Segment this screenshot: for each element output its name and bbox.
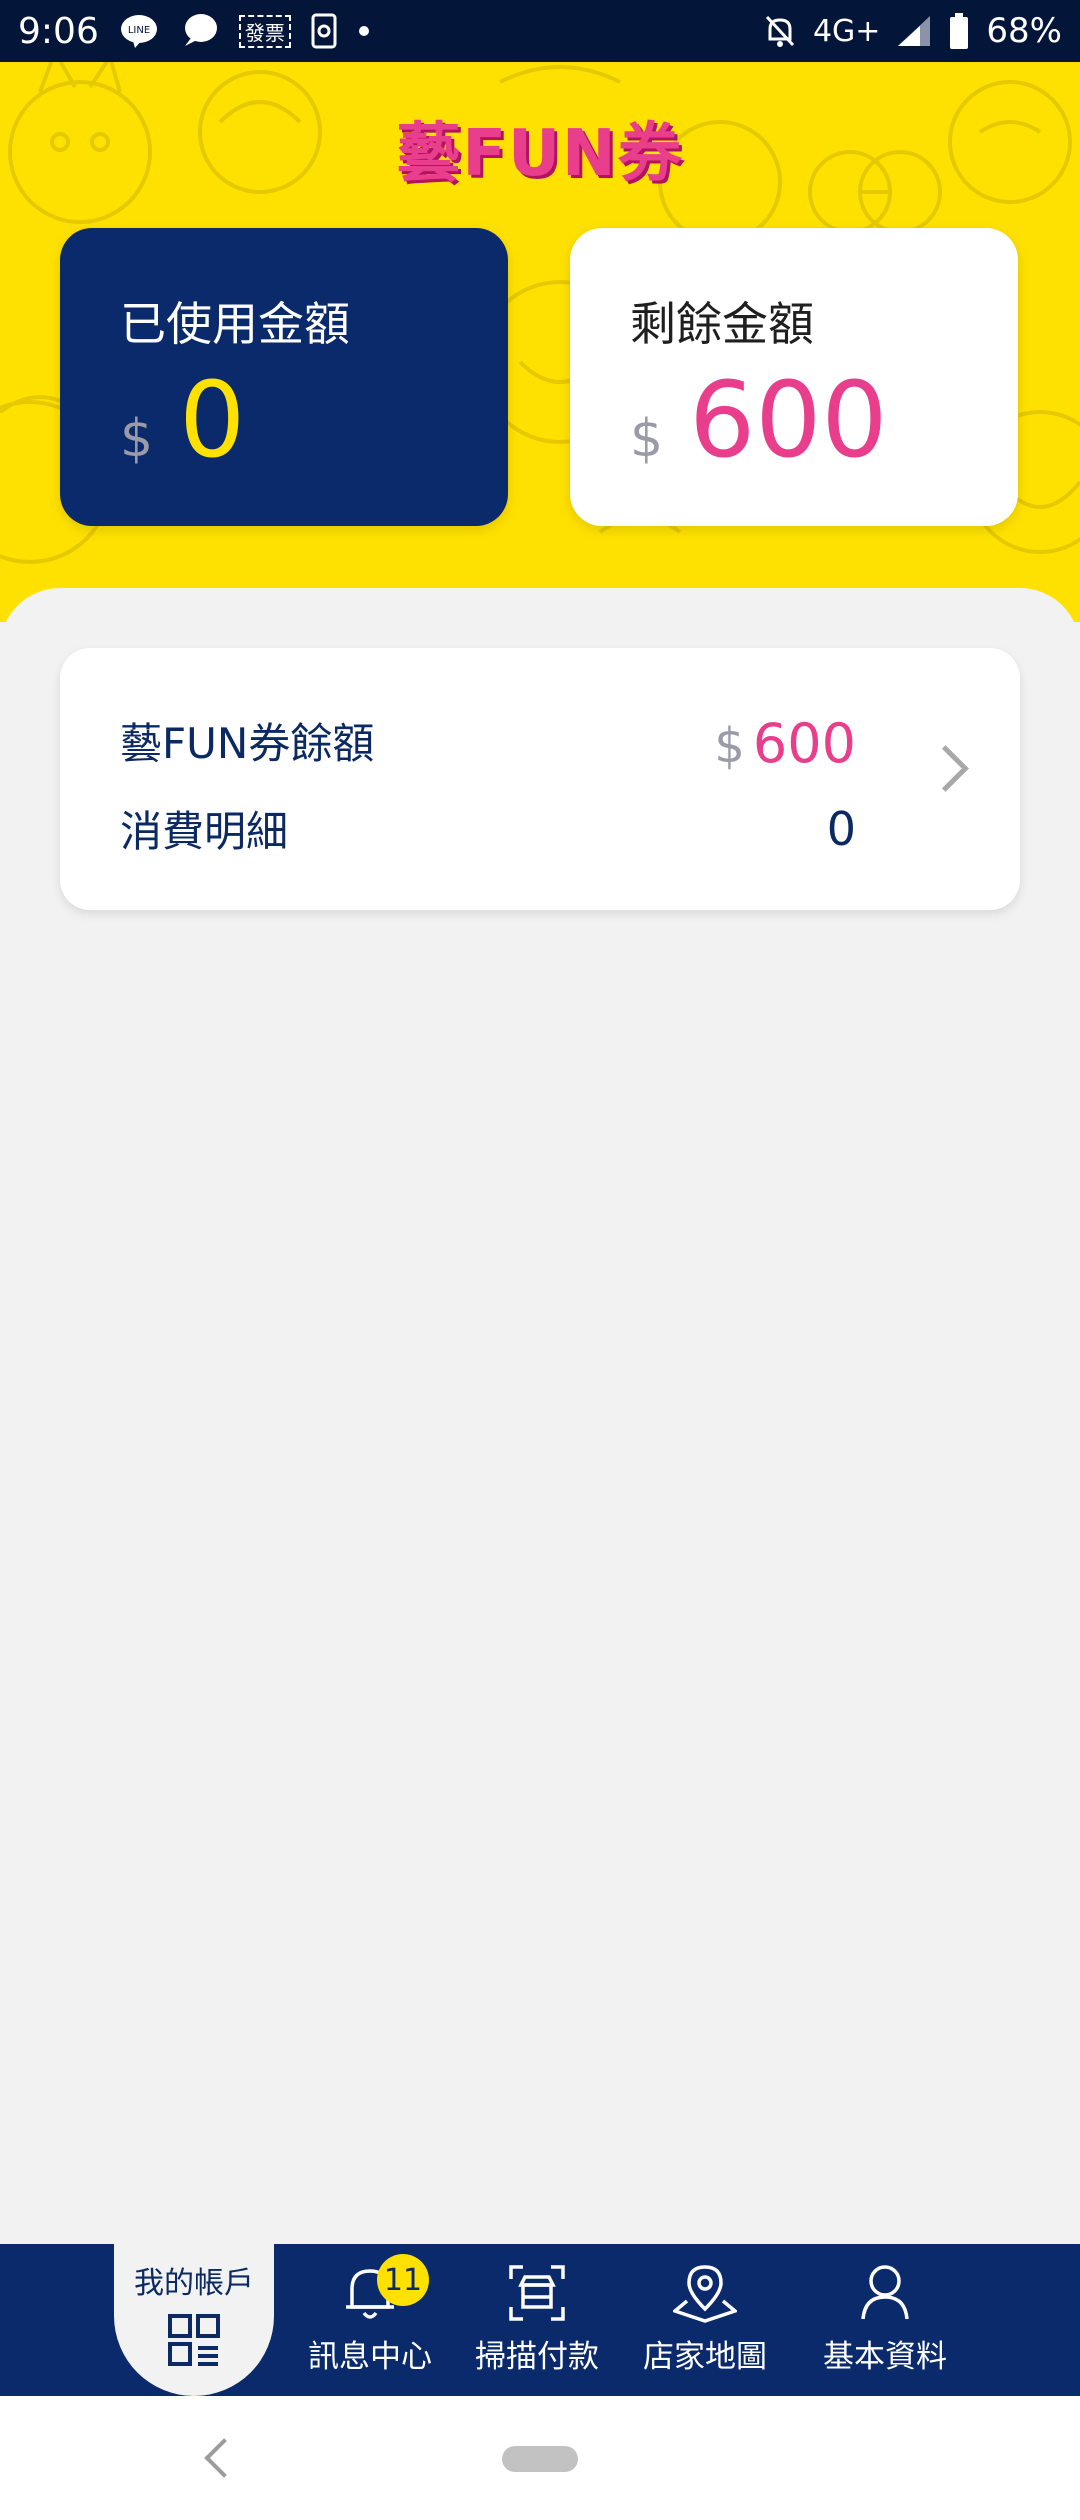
balance-summary-card[interactable]: 藝FUN券餘額 $ 600 消費明細 0	[60, 648, 1020, 910]
tab-store-map[interactable]: 店家地圖	[620, 2244, 790, 2396]
tab-my-account[interactable]: 我的帳戶	[109, 2244, 279, 2396]
dot-icon	[357, 24, 371, 38]
spend-detail-value: 0	[826, 802, 856, 856]
status-bar: 9:06 LINE 發票 4G+ 68%	[0, 0, 1080, 62]
remaining-amount-card: 剩餘金額 $ 600	[570, 228, 1018, 526]
person-icon	[857, 2263, 913, 2323]
tab-messages-label: 訊息中心	[308, 2339, 432, 2375]
balance-header: 藝FUN券 已使用金額 $ 0 剩餘金額 $ 600	[0, 62, 1080, 622]
status-time: 9:06	[18, 10, 99, 52]
mute-icon	[763, 13, 797, 49]
balance-value: $ 600	[714, 712, 856, 775]
back-icon[interactable]	[204, 2438, 244, 2478]
line-icon: LINE	[119, 13, 159, 49]
remaining-amount-label: 剩餘金額	[630, 297, 814, 351]
app-logo: 藝FUN券	[396, 117, 684, 191]
used-amount-label: 已使用金額	[120, 297, 350, 351]
balance-amount: 600	[752, 712, 856, 775]
battery-icon	[948, 12, 970, 50]
tab-scan-pay-label: 掃描付款	[475, 2339, 599, 2375]
bottom-nav: 我的帳戶 11 訊息中心 掃描付款 店家地圖 基本資料	[0, 2236, 1080, 2396]
map-pin-icon	[673, 2263, 737, 2323]
tab-profile[interactable]: 基本資料	[800, 2244, 970, 2396]
used-amount-value: 0	[179, 359, 246, 481]
tab-my-account-label: 我的帳戶	[134, 2266, 254, 2301]
battery-percent: 68%	[986, 11, 1062, 51]
balance-label: 藝FUN券餘額	[120, 719, 375, 768]
used-currency: $	[120, 409, 154, 469]
tab-scan-pay[interactable]: 掃描付款	[452, 2244, 622, 2396]
tab-profile-label: 基本資料	[823, 2339, 947, 2375]
chevron-right-icon[interactable]	[922, 745, 969, 792]
remaining-currency: $	[630, 409, 664, 469]
balance-currency: $	[714, 718, 745, 774]
used-amount-card: 已使用金額 $ 0	[60, 228, 508, 526]
screen-record-icon	[311, 13, 337, 49]
tab-store-map-label: 店家地圖	[643, 2339, 767, 2375]
scan-store-icon	[507, 2263, 567, 2323]
spend-detail-label: 消費明細	[120, 807, 289, 856]
invoice-icon: 發票	[238, 14, 291, 48]
main-content: 藝FUN券餘額 $ 600 消費明細 0	[0, 588, 1080, 2244]
svg-text:LINE: LINE	[128, 25, 150, 36]
chat-icon	[179, 12, 219, 50]
account-grid-icon	[166, 2312, 222, 2368]
signal-icon	[896, 14, 932, 48]
system-nav-bar	[0, 2396, 1080, 2520]
network-type: 4G+	[812, 13, 881, 49]
remaining-amount-value: 600	[689, 359, 888, 481]
message-count-badge: 11	[377, 2254, 429, 2306]
tab-messages[interactable]: 11 訊息中心	[285, 2244, 455, 2396]
home-pill[interactable]	[502, 2446, 578, 2472]
